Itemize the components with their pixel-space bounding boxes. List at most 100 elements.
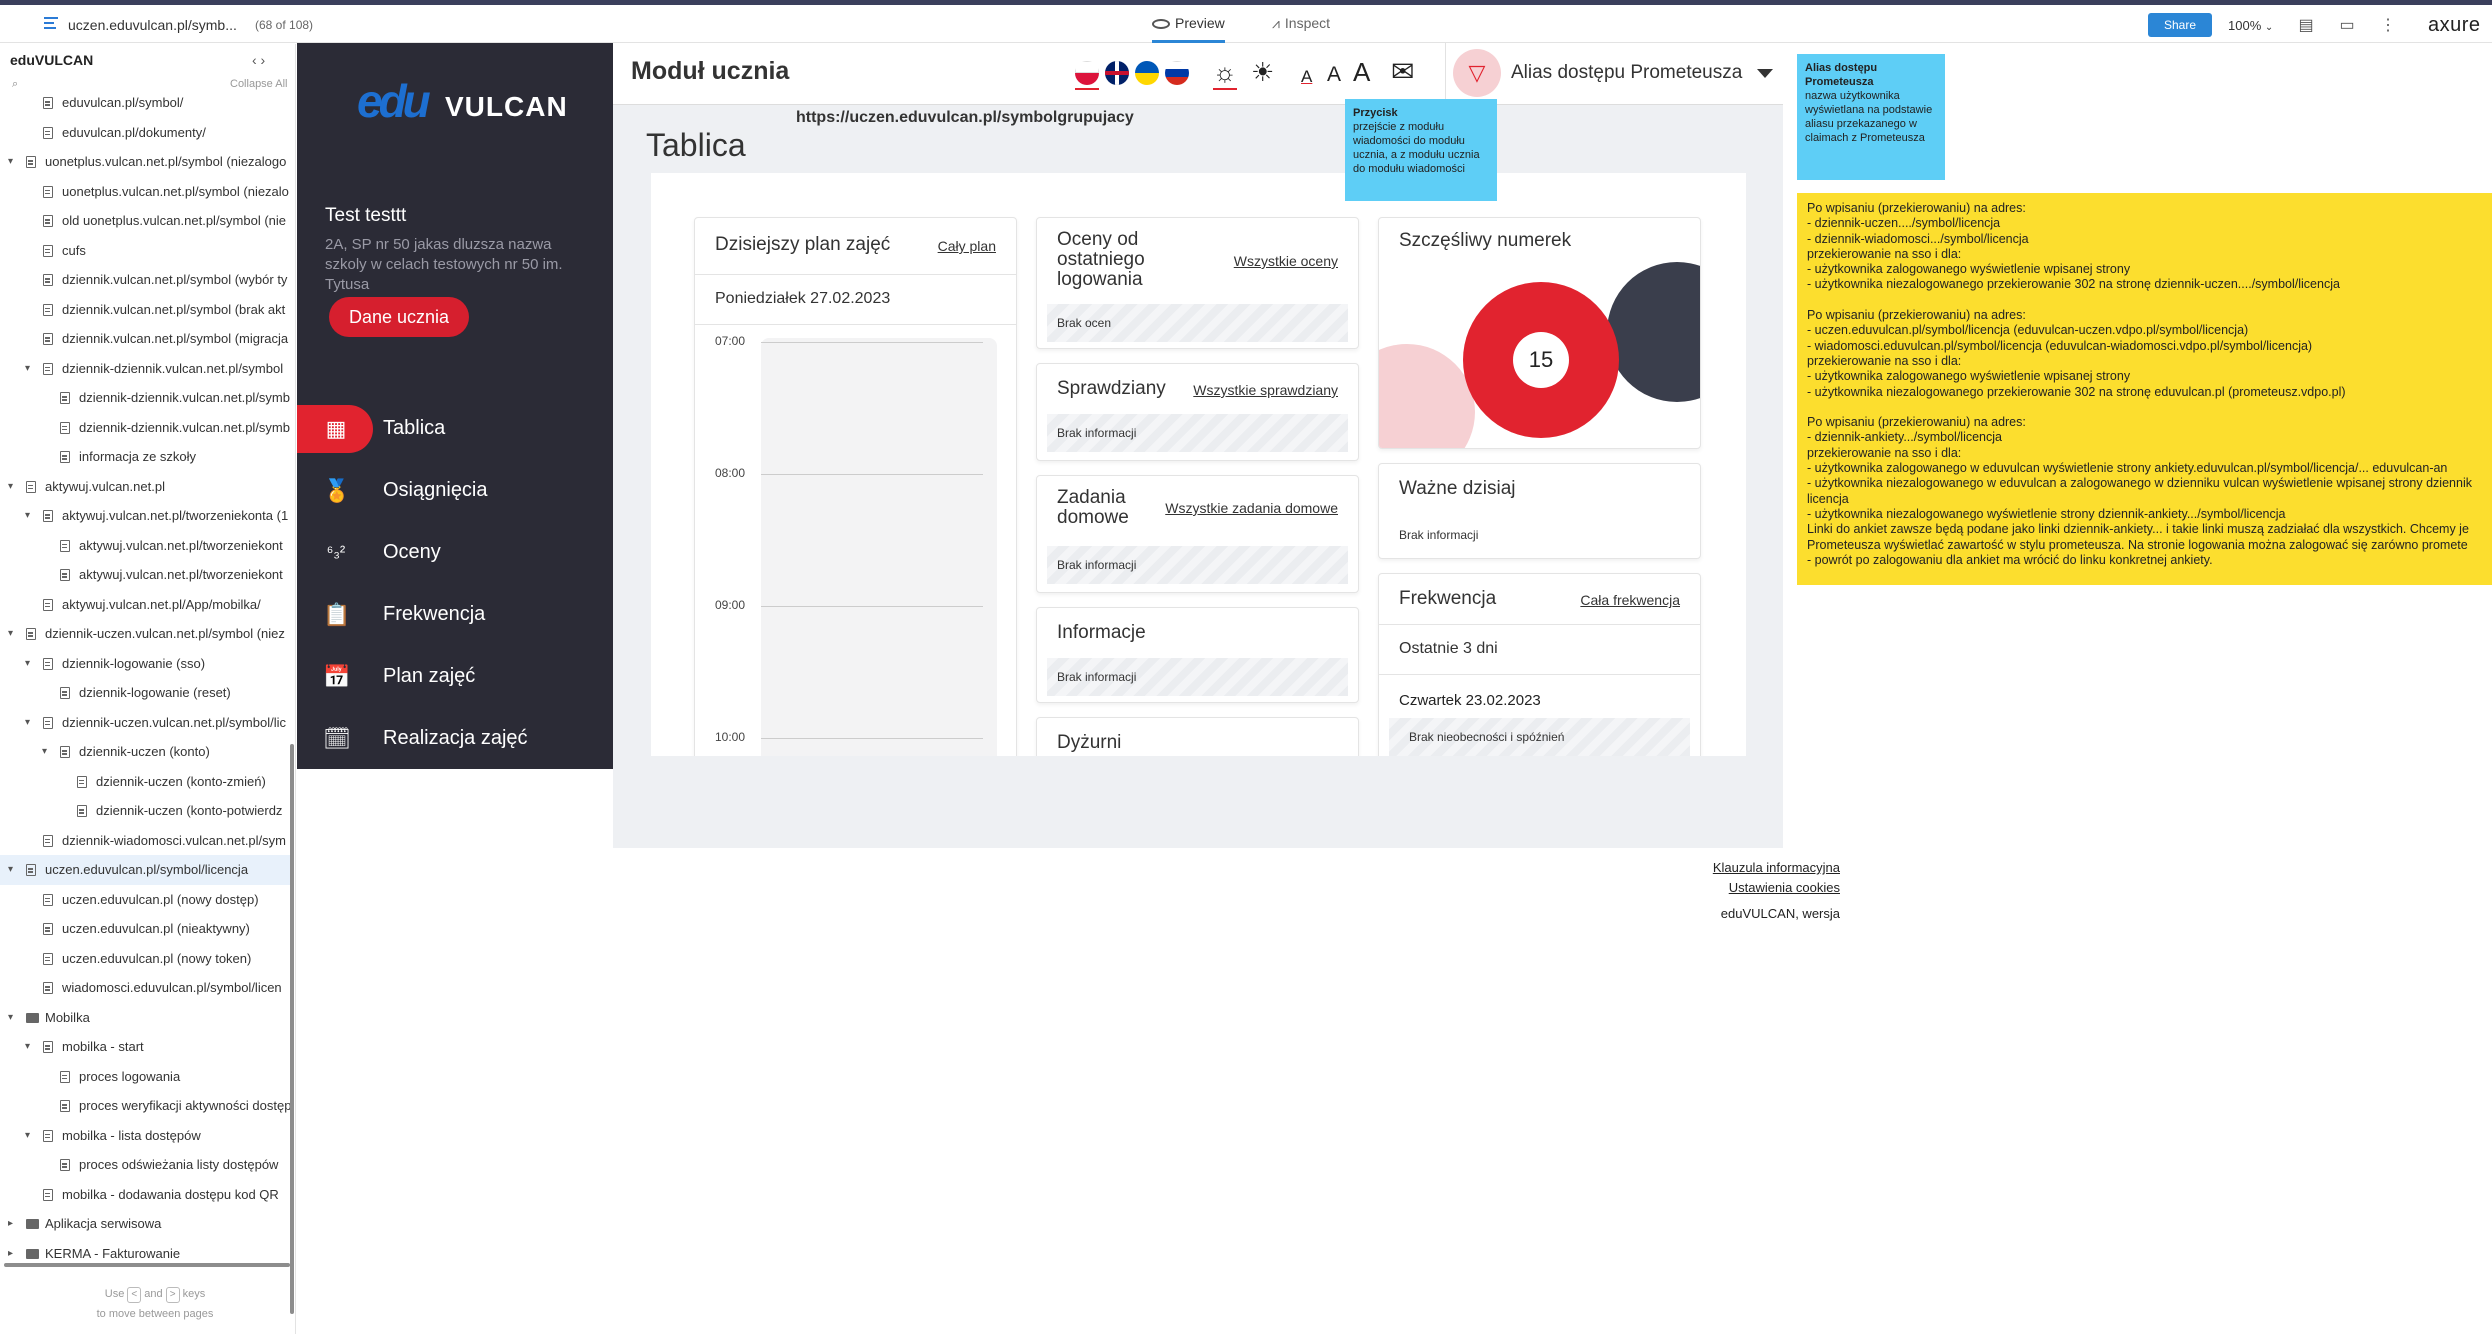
flag-en-icon[interactable] [1105,61,1129,85]
horizontal-scrollbar[interactable] [4,1263,290,1267]
link-full-plan[interactable]: Cały plan [938,238,996,254]
eduvulcan-logo[interactable]: edu VULCAN [357,71,567,131]
note-line: - użytkownika niezalogowanego przekierow… [1807,277,2340,292]
chevron-down-icon[interactable]: ▾ [8,619,13,649]
notes-icon[interactable]: ▤ [2296,15,2316,35]
sitemap-page[interactable]: dziennik-uczen (konto-zmień) [0,767,294,797]
sitemap-page[interactable]: informacja ze szkoły [0,442,294,472]
zoom-select[interactable]: 100% ⌄ [2228,18,2273,33]
link-cookies[interactable]: Ustawienia cookies [1440,878,1840,898]
chevron-down-icon[interactable]: ▾ [25,501,30,531]
share-button[interactable]: Share [2148,13,2212,37]
font-size-medium[interactable]: A [1327,63,1341,87]
sitemap-page[interactable]: ▾ dziennik-dziennik.vulcan.net.pl/symbol [0,354,294,384]
note-line: - użytkownika niezalogowanego przekierow… [1807,384,2346,399]
sitemap-page[interactable]: ▾ dziennik-uczen (konto) [0,737,294,767]
menu-item-1[interactable]: 🏅 Osiągnięcia [297,467,613,515]
sitemap-page[interactable]: dziennik-uczen (konto-potwierdz [0,796,294,826]
sitemap-page[interactable]: ▾ aktywuj.vulcan.net.pl/tworzeniekonta (1 [0,501,294,531]
sitemap-page[interactable]: aktywuj.vulcan.net.pl/tworzeniekont [0,531,294,561]
menu-item-5[interactable]: 🗓 Realizacja zajęć [297,715,613,763]
sitemap-page[interactable]: aktywuj.vulcan.net.pl/App/mobilka/ [0,590,294,620]
flag-ru-icon[interactable] [1165,61,1189,85]
sitemap-page[interactable]: aktywuj.vulcan.net.pl/tworzeniekont [0,560,294,590]
messages-module-icon[interactable]: ✉ [1391,55,1414,88]
chevron-down-icon[interactable]: ▾ [8,147,13,177]
sitemap-page[interactable]: mobilka - dodawania dostępu kod QR [0,1180,294,1210]
lucky-number-value: 15 [1513,332,1569,388]
link-all-attendance[interactable]: Cała frekwencja [1580,592,1680,608]
chevron-down-icon[interactable]: ▾ [42,737,47,767]
sitemap-page[interactable]: ▾ mobilka - start [0,1032,294,1062]
link-clause[interactable]: Klauzula informacyjna [1440,858,1840,878]
sitemap-menu-icon[interactable] [44,17,58,29]
page-nav-arrows[interactable]: ‹ › [252,52,265,68]
sitemap-page[interactable]: old uonetplus.vulcan.net.pl/symbol (nie [0,206,294,236]
sitemap-page[interactable]: dziennik.vulcan.net.pl/symbol (brak akt [0,295,294,325]
chevron-down-icon[interactable] [1757,69,1773,78]
sitemap-page[interactable]: cufs [0,236,294,266]
sitemap-page[interactable]: eduvulcan.pl/symbol/ [0,88,294,118]
sitemap-page[interactable]: ▾ dziennik-logowanie (sso) [0,649,294,679]
sitemap-page[interactable]: dziennik.vulcan.net.pl/symbol (wybór ty [0,265,294,295]
sitemap-page[interactable]: ▾ dziennik-uczen.vulcan.net.pl/symbol/lic [0,708,294,738]
sitemap-page[interactable]: proces logowania [0,1062,294,1092]
sitemap-page[interactable]: proces weryfikacji aktywności dostęp [0,1091,294,1121]
chevron-down-icon[interactable]: ▾ [25,354,30,384]
sitemap-page[interactable]: dziennik-wiadomosci.vulcan.net.pl/sym [0,826,294,856]
font-size-small[interactable]: A [1301,67,1312,87]
light-theme-icon[interactable]: ☼ [1213,57,1237,88]
menu-item-0[interactable]: ▦ Tablica [297,405,613,453]
menu-item-2[interactable]: ⁶₃² Oceny [297,529,613,577]
link-all-homework[interactable]: Wszystkie zadania domowe [1165,500,1338,516]
student-data-button[interactable]: Dane ucznia [329,297,469,337]
dashboard-icon: ▦ [325,416,347,441]
link-all-grades[interactable]: Wszystkie oceny [1234,253,1338,269]
sitemap-page[interactable]: uczen.eduvulcan.pl (nowy token) [0,944,294,974]
current-page-name[interactable]: uczen.eduvulcan.pl/symb... [68,17,237,33]
sitemap-page[interactable]: uczen.eduvulcan.pl (nowy dostęp) [0,885,294,915]
sitemap-page[interactable]: ▾ dziennik-uczen.vulcan.net.pl/symbol (ni… [0,619,294,649]
right-key-icon: > [165,1287,180,1303]
contrast-theme-icon[interactable]: ☀ [1251,57,1274,88]
tab-inspect[interactable]: ⩘ Inspect [1272,15,1330,43]
sitemap-page[interactable]: ▾ uczen.eduvulcan.pl/symbol/licencja [0,855,294,885]
flag-ua-icon[interactable] [1135,61,1159,85]
sitemap-page[interactable]: ▾ uonetplus.vulcan.net.pl/symbol (niezalo… [0,147,294,177]
sitemap-page[interactable]: dziennik-dziennik.vulcan.net.pl/symb [0,383,294,413]
sitemap-page[interactable]: uczen.eduvulcan.pl (nieaktywny) [0,914,294,944]
sitemap-page[interactable]: uonetplus.vulcan.net.pl/symbol (niezalo [0,177,294,207]
sitemap-page[interactable]: ▾ aktywuj.vulcan.net.pl [0,472,294,502]
more-options-icon[interactable]: ⋮ [2378,15,2398,35]
page-icon [43,1188,53,1201]
chevron-down-icon[interactable]: ▾ [8,472,13,502]
prometeusz-alias-icon[interactable]: ▽ [1453,49,1501,97]
chevron-down-icon[interactable]: ▾ [8,1003,13,1033]
sitemap-page[interactable]: dziennik.vulcan.net.pl/symbol (migracja [0,324,294,354]
sitemap-page[interactable]: eduvulcan.pl/dokumenty/ [0,118,294,148]
chevron-down-icon[interactable]: ▾ [25,708,30,738]
sitemap-page[interactable]: dziennik-dziennik.vulcan.net.pl/symb [0,413,294,443]
sitemap-folder[interactable]: ▸ Aplikacja serwisowa [0,1209,294,1239]
flag-pl-icon[interactable] [1075,61,1099,85]
menu-item-4[interactable]: 📅 Plan zajęć [297,653,613,701]
sitemap-item-label: dziennik-uczen (konto-potwierdz [96,803,283,818]
chevron-right-icon[interactable]: ▸ [8,1209,13,1239]
comments-icon[interactable]: ▭ [2337,15,2357,35]
sitemap-page[interactable]: proces odświeżania listy dostępów [0,1150,294,1180]
menu-item-3[interactable]: 📋 Frekwencja [297,591,613,639]
alias-name[interactable]: Alias dostępu Prometeusza [1511,62,1742,84]
page-icon [43,716,53,729]
chevron-down-icon[interactable]: ▾ [8,855,13,885]
font-size-large[interactable]: A [1353,57,1370,88]
chevron-down-icon[interactable]: ▾ [25,649,30,679]
sitemap-page[interactable]: ▾ mobilka - lista dostępów [0,1121,294,1151]
sitemap-folder[interactable]: ▾ Mobilka [0,1003,294,1033]
link-all-tests[interactable]: Wszystkie sprawdziany [1193,382,1338,398]
tab-preview[interactable]: Preview [1152,15,1225,43]
sitemap-page[interactable]: dziennik-logowanie (reset) [0,678,294,708]
chevron-down-icon[interactable]: ▾ [25,1121,30,1151]
chevron-down-icon[interactable]: ▾ [25,1032,30,1062]
vertical-scrollbar[interactable] [290,744,294,1314]
sitemap-page[interactable]: wiadomosci.eduvulcan.pl/symbol/licen [0,973,294,1003]
